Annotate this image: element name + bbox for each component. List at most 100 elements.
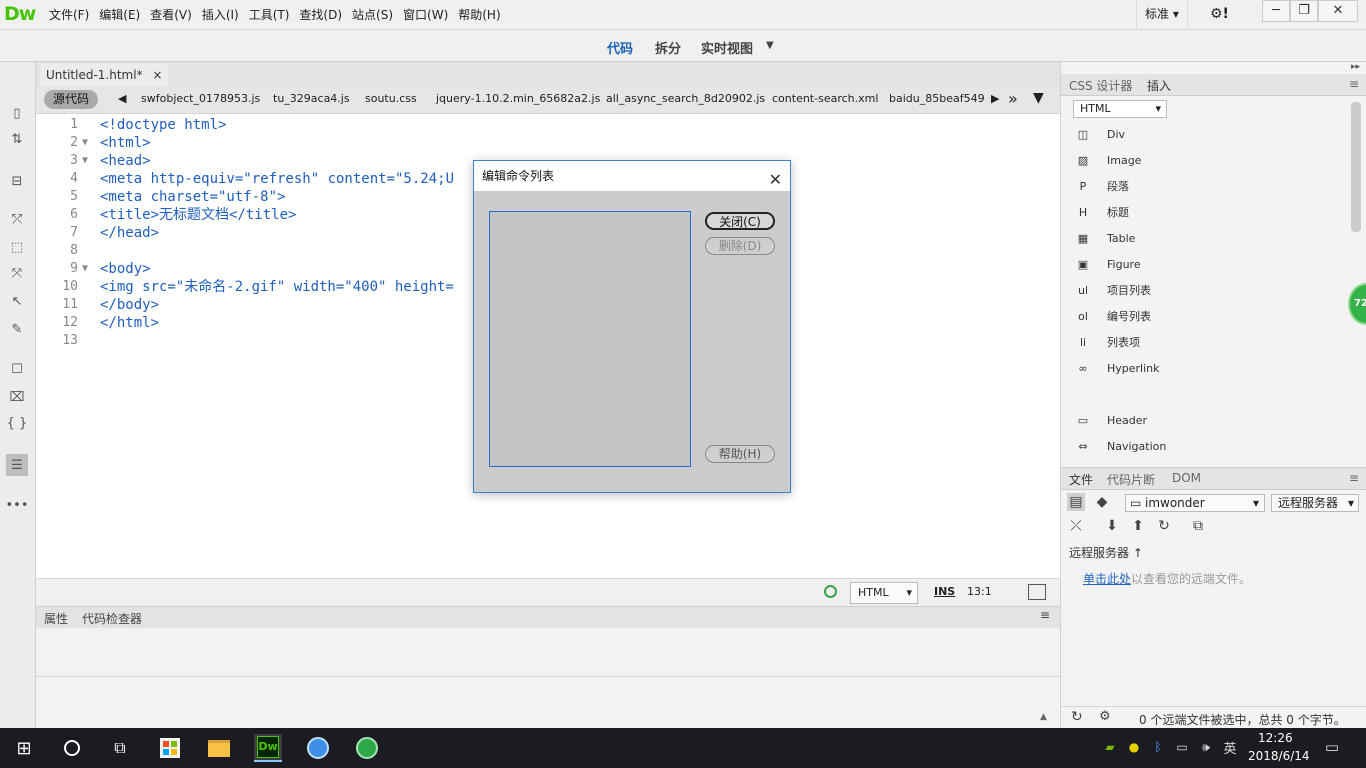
menu-help[interactable]: 帮助(H): [453, 0, 505, 30]
site-select[interactable]: ▭ imwonder ▾: [1125, 494, 1265, 512]
related-file[interactable]: content-search.xml: [772, 92, 878, 105]
menu-view[interactable]: 查看(V): [145, 0, 197, 30]
log-icon[interactable]: ⚙: [1099, 709, 1111, 724]
document-type-select[interactable]: HTML ▾: [850, 582, 918, 604]
chevron-down-icon[interactable]: ▼: [766, 40, 774, 51]
tab-dom[interactable]: DOM: [1172, 471, 1201, 485]
fold-icon[interactable]: ▼: [82, 152, 88, 170]
menu-site[interactable]: 站点(S): [347, 0, 398, 30]
git-icon[interactable]: ◆: [1093, 493, 1111, 511]
server-view-select[interactable]: 远程服务器 ▾: [1271, 494, 1359, 512]
insert-item[interactable]: ▨ Image: [1075, 150, 1345, 170]
help-button[interactable]: 帮助(H): [705, 445, 775, 463]
menu-insert[interactable]: 插入(I): [197, 0, 244, 30]
expand-panel-icon[interactable]: ▸▸: [1351, 62, 1360, 72]
notification-icon[interactable]: ▭: [1324, 738, 1340, 756]
code-navigator-icon[interactable]: ⊟: [6, 170, 28, 192]
put-files-icon[interactable]: ⬆: [1129, 517, 1147, 535]
more-files-icon[interactable]: »: [1008, 89, 1018, 108]
menu-file[interactable]: 文件(F): [44, 0, 94, 30]
wrap-tag-icon[interactable]: { }: [6, 412, 28, 434]
panel-menu-icon[interactable]: ≡: [1349, 77, 1359, 91]
insert-item[interactable]: ⇔ Navigation: [1075, 436, 1345, 456]
refresh-icon[interactable]: ↻: [1071, 709, 1083, 725]
remote-server-heading[interactable]: 远程服务器 ↑: [1069, 544, 1143, 561]
tab-code-inspector[interactable]: 代码检查器: [82, 610, 142, 627]
windows-start-icon[interactable]: ⊞: [10, 734, 38, 762]
connect-icon[interactable]: ⤫: [1067, 517, 1085, 535]
workspace-layout-select[interactable]: 标准 ▾: [1136, 0, 1188, 30]
clock-time[interactable]: 12:26: [1258, 731, 1293, 745]
insert-item[interactable]: ◫ Div: [1075, 124, 1345, 144]
menu-tools[interactable]: 工具(T): [244, 0, 295, 30]
click-here-link[interactable]: 单击此处: [1083, 572, 1131, 586]
more-icon[interactable]: •••: [6, 494, 29, 516]
related-file[interactable]: all_async_search_8d20902.js: [606, 92, 765, 105]
preview-icon[interactable]: [1028, 584, 1046, 600]
filter-icon[interactable]: ▼: [1033, 90, 1044, 106]
insert-item[interactable]: ▣ Figure: [1075, 254, 1345, 274]
menu-edit[interactable]: 编辑(E): [94, 0, 145, 30]
insert-category-select[interactable]: HTML ▾: [1073, 100, 1167, 118]
file-management-icon[interactable]: ⇅: [6, 128, 28, 150]
pointer-icon[interactable]: ↖: [6, 290, 28, 312]
minimize-button[interactable]: ─: [1262, 0, 1290, 22]
related-file[interactable]: swfobject_0178953.js: [141, 92, 260, 105]
tab-insert[interactable]: 插入: [1147, 77, 1171, 94]
insert-item[interactable]: ∞ Hyperlink: [1075, 358, 1345, 378]
source-code-button[interactable]: 源代码: [44, 90, 99, 109]
remove-comment-icon[interactable]: ⌧: [6, 386, 28, 408]
menu-find[interactable]: 查找(D): [294, 0, 347, 30]
insert-item[interactable]: ol 编号列表: [1075, 306, 1345, 326]
clock-date[interactable]: 2018/6/14: [1248, 749, 1310, 763]
close-icon[interactable]: ×: [152, 68, 162, 82]
insert-item[interactable]: H 标题: [1075, 202, 1345, 222]
insert-item[interactable]: ▭ Header: [1075, 410, 1345, 430]
insert-item[interactable]: ul 项目列表: [1075, 280, 1345, 300]
gear-icon[interactable]: ⚙!: [1210, 6, 1229, 22]
store-icon[interactable]: [156, 734, 184, 762]
fold-icon[interactable]: ▼: [82, 134, 88, 152]
restore-button[interactable]: ❐: [1290, 0, 1318, 22]
panel-menu-icon[interactable]: ≡: [1349, 471, 1359, 485]
get-files-icon[interactable]: ⬇: [1103, 517, 1121, 535]
network-icon[interactable]: ▭: [1174, 739, 1190, 755]
scroll-left-icon[interactable]: ◀: [118, 92, 126, 105]
refresh-icon[interactable]: ↻: [1155, 517, 1173, 535]
insert-item[interactable]: ▦ Table: [1075, 228, 1345, 248]
code-view-button[interactable]: 代码: [607, 38, 633, 57]
format-source-icon[interactable]: ☰: [6, 454, 28, 476]
format-icon[interactable]: ✎: [6, 318, 28, 340]
command-list[interactable]: [489, 211, 691, 467]
comment-icon[interactable]: ☐: [6, 358, 28, 380]
insert-item[interactable]: li 列表项: [1075, 332, 1345, 352]
tab-files[interactable]: 文件: [1069, 471, 1093, 488]
tab-properties[interactable]: 属性: [44, 610, 68, 627]
scrollbar[interactable]: [1351, 102, 1361, 232]
menu-window[interactable]: 窗口(W): [398, 0, 453, 30]
search-icon[interactable]: [58, 734, 86, 762]
document-tab[interactable]: Untitled-1.html* ×: [40, 64, 169, 86]
site-view-icon[interactable]: ▤: [1067, 493, 1085, 511]
bluetooth-icon[interactable]: ᛒ: [1150, 739, 1166, 755]
dreamweaver-taskbar-icon[interactable]: Dw: [254, 734, 282, 762]
tab-snippets[interactable]: 代码片断: [1107, 471, 1155, 488]
collapse-selection-icon[interactable]: ⤧: [6, 262, 28, 284]
related-file[interactable]: baidu_85beaf5496f: [889, 92, 985, 105]
close-icon[interactable]: ✕: [769, 165, 782, 195]
input-method-indicator[interactable]: 英: [1222, 739, 1238, 757]
file-explorer-icon[interactable]: [205, 734, 233, 762]
split-view-button[interactable]: 拆分: [655, 38, 681, 57]
scroll-right-icon[interactable]: ▶: [991, 92, 999, 105]
tray-app-icon[interactable]: ●: [1126, 739, 1142, 755]
fold-icon[interactable]: ▼: [82, 260, 88, 278]
insert-mode-indicator[interactable]: INS: [934, 585, 955, 598]
related-file[interactable]: soutu.css: [365, 92, 417, 105]
expand-all-icon[interactable]: ⤱: [6, 208, 28, 230]
code-line[interactable]: 1 <!doctype html>: [36, 116, 1060, 134]
insert-item[interactable]: P 段落: [1075, 176, 1345, 196]
tab-css-designer[interactable]: CSS 设计器: [1069, 77, 1132, 94]
expand-view-icon[interactable]: ⧉: [1189, 517, 1207, 535]
related-file[interactable]: jquery-1.10.2.min_65682a2.js: [436, 92, 600, 105]
volume-icon[interactable]: 🕪: [1198, 739, 1214, 755]
